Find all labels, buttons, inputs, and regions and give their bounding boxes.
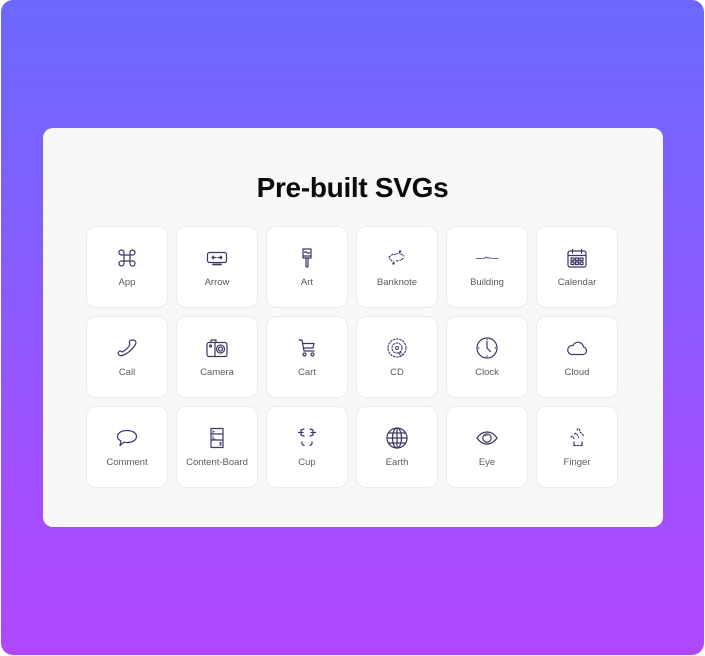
icon-tile-cart[interactable]: Cart: [266, 316, 348, 398]
icon-label: Eye: [478, 457, 496, 468]
icon-label: Cart: [298, 367, 316, 378]
icon-tile-clock[interactable]: Clock: [446, 316, 528, 398]
banknote-icon: [385, 246, 409, 270]
icon-label: Cup: [298, 457, 316, 468]
app-icon: [115, 246, 139, 270]
icon-label: Finger: [563, 457, 591, 468]
icon-label: Cloud: [564, 367, 590, 378]
icon-tile-content-board[interactable]: Content-Board: [176, 406, 258, 488]
icon-tile-calendar[interactable]: Calendar: [536, 226, 618, 308]
icon-label: Arrow: [204, 277, 230, 288]
icon-tile-cd[interactable]: CD: [356, 316, 438, 398]
icon-label: Earth: [385, 457, 409, 468]
clock-icon: [475, 336, 499, 360]
cd-icon: [385, 336, 409, 360]
icon-tile-eye[interactable]: Eye: [446, 406, 528, 488]
icon-tile-arrow[interactable]: Arrow: [176, 226, 258, 308]
content-board-icon: [205, 426, 229, 450]
earth-icon: [385, 426, 409, 450]
icon-label: Clock: [475, 367, 499, 378]
icon-label: App: [118, 277, 136, 288]
icon-label: Banknote: [376, 277, 418, 288]
cart-icon: [295, 336, 319, 360]
icon-label: Comment: [106, 457, 148, 468]
icon-label: CD: [390, 367, 404, 378]
finger-icon: [565, 426, 589, 450]
icon-tile-cloud[interactable]: Cloud: [536, 316, 618, 398]
icon-tile-earth[interactable]: Earth: [356, 406, 438, 488]
gradient-background: Pre-built SVGs App Arrow Art Banknote Bu…: [1, 0, 704, 655]
eye-icon: [475, 426, 499, 450]
cup-icon: [295, 426, 319, 450]
building-icon: [475, 246, 499, 270]
page-title: Pre-built SVGs: [256, 172, 449, 203]
icon-tile-banknote[interactable]: Banknote: [356, 226, 438, 308]
icon-label: Content-Board: [186, 457, 248, 468]
icon-tile-comment[interactable]: Comment: [86, 406, 168, 488]
icon-label: Calendar: [557, 277, 597, 288]
icon-tile-app[interactable]: App: [86, 226, 168, 308]
icon-label: Art: [300, 277, 314, 288]
icon-tile-finger[interactable]: Finger: [536, 406, 618, 488]
calendar-icon: [565, 246, 589, 270]
icon-tile-cup[interactable]: Cup: [266, 406, 348, 488]
comment-icon: [115, 426, 139, 450]
call-icon: [115, 336, 139, 360]
icon-tile-building[interactable]: Building: [446, 226, 528, 308]
camera-icon: [205, 336, 229, 360]
icon-tile-camera[interactable]: Camera: [176, 316, 258, 398]
cloud-icon: [565, 336, 589, 360]
icon-grid: App Arrow Art Banknote Building Calendar…: [86, 226, 618, 488]
icon-label: Camera: [200, 367, 234, 378]
art-icon: [295, 246, 319, 270]
icon-label: Call: [118, 367, 136, 378]
arrow-icon: [205, 246, 229, 270]
icon-tile-call[interactable]: Call: [86, 316, 168, 398]
icon-label: Building: [470, 277, 504, 288]
icon-tile-art[interactable]: Art: [266, 226, 348, 308]
